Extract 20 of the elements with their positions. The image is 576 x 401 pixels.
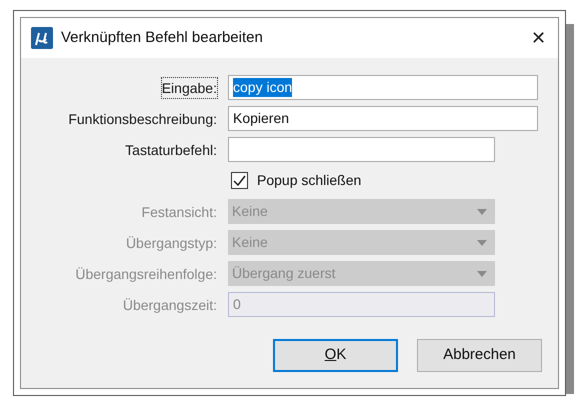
dialog-button[interactable]: OK bbox=[273, 339, 398, 372]
close-button[interactable]: ✕ bbox=[531, 29, 546, 47]
dialog-button[interactable]: Abbrechen bbox=[417, 339, 542, 372]
dropdown-arrow-icon bbox=[477, 270, 487, 276]
field-label: Eingabe: bbox=[162, 78, 217, 98]
field-label: Übergangstyp: bbox=[126, 234, 217, 252]
field-label: Übergangsreihenfolge: bbox=[75, 264, 217, 284]
field-label: Festansicht: bbox=[142, 202, 217, 222]
dropdown-arrow-icon bbox=[477, 208, 487, 214]
app-logo-icon bbox=[31, 27, 53, 49]
field-label: Übergangszeit: bbox=[122, 296, 217, 314]
checkbox[interactable] bbox=[231, 172, 248, 189]
dropdown-arrow-icon bbox=[477, 240, 487, 246]
checkbox-label: Popup schließen bbox=[257, 171, 362, 190]
field-label: Funktionsbeschreibung: bbox=[68, 110, 217, 128]
text-field[interactable] bbox=[228, 137, 495, 162]
field-label: Tastaturbefehl: bbox=[125, 140, 217, 160]
text-field[interactable]: Kopieren bbox=[228, 106, 538, 131]
window-title: Verknüpften Befehl bearbeiten bbox=[61, 28, 263, 48]
text-field[interactable]: copy icon bbox=[228, 75, 538, 100]
